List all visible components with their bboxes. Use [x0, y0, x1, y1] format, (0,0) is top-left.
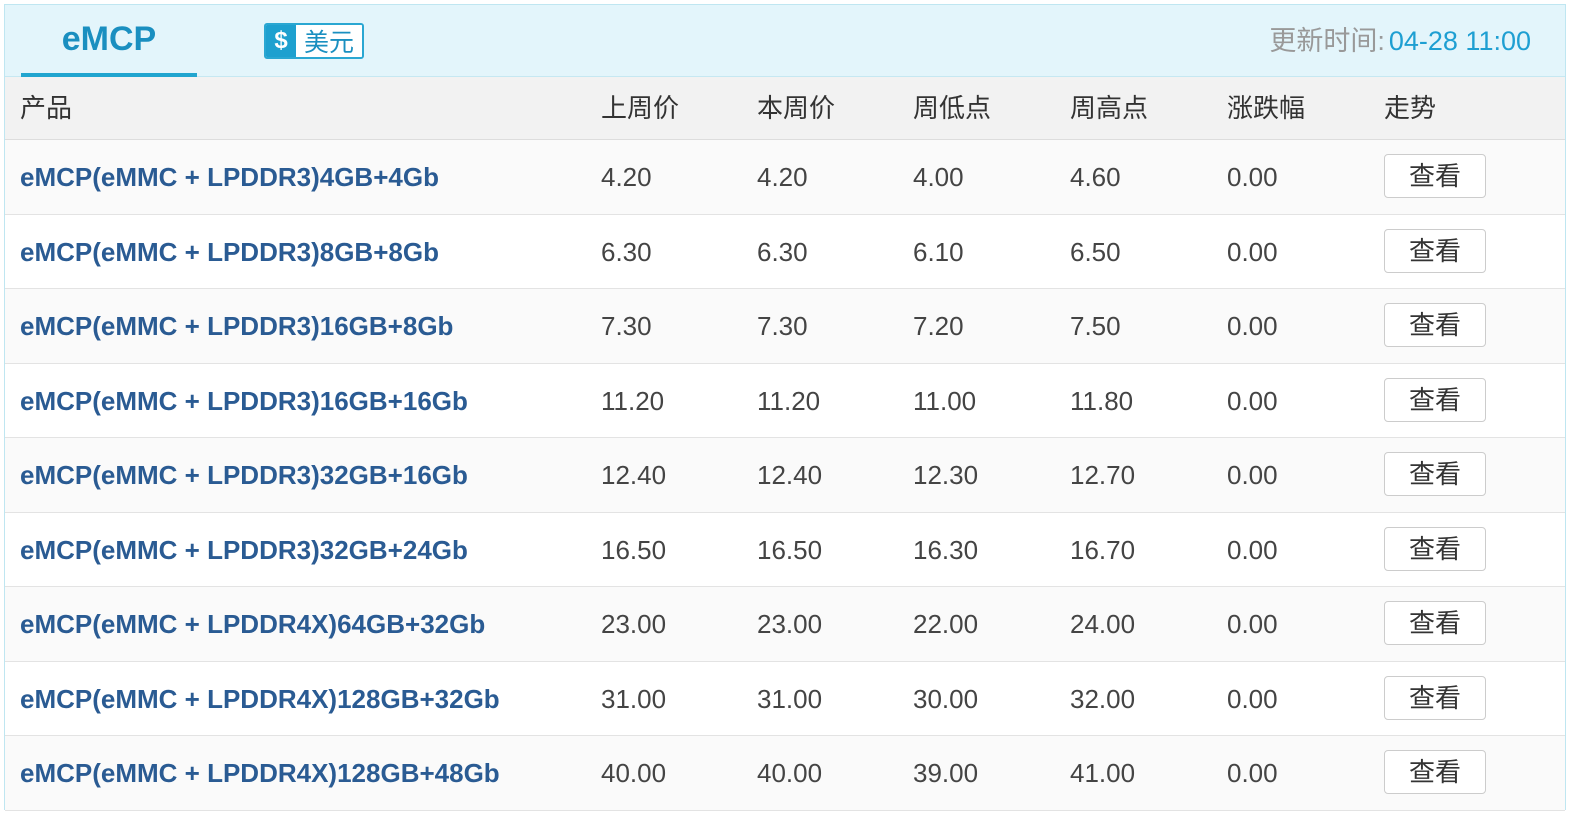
- cell-this-week: 7.30: [757, 311, 808, 341]
- cell-last-week: 31.00: [601, 683, 667, 714]
- column-header-trend: 走势: [1384, 93, 1437, 123]
- view-trend-button[interactable]: 查看: [1384, 452, 1486, 496]
- cell-week-low: 11.00: [913, 385, 977, 416]
- product-link[interactable]: eMCP(eMMC + LPDDR4X)128GB+48Gb: [20, 736, 500, 810]
- cell-this-week: 12.40: [757, 460, 823, 490]
- update-time-value: 04-28 11:00: [1388, 26, 1531, 56]
- table-row: eMCP(eMMC + LPDDR4X)128GB+48Gb 40.00 40.…: [5, 736, 1565, 811]
- table-body: eMCP(eMMC + LPDDR3)4GB+4Gb 4.20 4.20 4.0…: [5, 140, 1565, 811]
- cell-week-low: 6.10: [913, 236, 964, 267]
- cell-week-high: 6.50: [1070, 236, 1121, 267]
- table-row: eMCP(eMMC + LPDDR4X)128GB+32Gb 31.00 31.…: [5, 661, 1565, 736]
- product-link[interactable]: eMCP(eMMC + LPDDR3)16GB+8Gb: [20, 289, 453, 363]
- table-header: 产品 上周价 本周价 周低点 周高点 涨跌幅 走势: [5, 77, 1565, 140]
- cell-week-high: 16.70: [1070, 534, 1136, 565]
- cell-week-high: 4.60: [1070, 162, 1121, 192]
- cell-this-week: 16.50: [757, 534, 823, 565]
- cell-week-high: 11.80: [1070, 385, 1134, 416]
- table-row: eMCP(eMMC + LPDDR3)16GB+8Gb 7.30 7.30 7.…: [5, 289, 1565, 364]
- cell-week-high: 41.00: [1070, 758, 1136, 788]
- table-row: eMCP(eMMC + LPDDR3)4GB+4Gb 4.20 4.20 4.0…: [5, 140, 1565, 215]
- cell-week-high: 12.70: [1070, 460, 1136, 490]
- view-trend-button[interactable]: 查看: [1384, 750, 1486, 794]
- cell-week-low: 39.00: [913, 758, 979, 788]
- cell-this-week: 6.30: [757, 236, 808, 267]
- view-trend-button[interactable]: 查看: [1384, 303, 1486, 347]
- product-link[interactable]: eMCP(eMMC + LPDDR3)32GB+16Gb: [20, 438, 468, 512]
- currency-label: 美元: [296, 25, 363, 57]
- cell-change: 0.00: [1227, 162, 1278, 192]
- cell-week-low: 7.20: [913, 311, 964, 341]
- cell-change: 0.00: [1227, 460, 1278, 490]
- product-link[interactable]: eMCP(eMMC + LPDDR4X)64GB+32Gb: [20, 587, 485, 661]
- column-header-product: 产品: [20, 93, 73, 123]
- column-header-week-high: 周高点: [1070, 93, 1149, 123]
- cell-this-week: 4.20: [757, 162, 808, 192]
- product-link[interactable]: eMCP(eMMC + LPDDR3)32GB+24Gb: [20, 513, 468, 587]
- column-header-this-week: 本周价: [757, 93, 836, 123]
- column-header-change: 涨跌幅: [1227, 93, 1306, 123]
- dollar-icon: $: [266, 25, 296, 57]
- view-trend-button[interactable]: 查看: [1384, 228, 1486, 273]
- product-link[interactable]: eMCP(eMMC + LPDDR3)8GB+8Gb: [20, 215, 439, 289]
- cell-this-week: 11.20: [757, 385, 821, 416]
- cell-week-high: 24.00: [1070, 609, 1136, 639]
- cell-change: 0.00: [1227, 609, 1278, 639]
- cell-change: 0.00: [1227, 385, 1278, 416]
- cell-this-week: 23.00: [757, 609, 823, 639]
- cell-change: 0.00: [1227, 758, 1278, 788]
- price-panel: eMCP $ 美元 更新时间: 04-28 11:00 产品 上周价 本周价 周低…: [4, 4, 1566, 811]
- cell-last-week: 6.30: [601, 236, 652, 267]
- table-row: eMCP(eMMC + LPDDR3)8GB+8Gb 6.30 6.30 6.1…: [5, 214, 1565, 289]
- cell-last-week: 16.50: [601, 534, 667, 565]
- table-row: eMCP(eMMC + LPDDR3)16GB+16Gb 11.20 11.20…: [5, 363, 1565, 438]
- view-trend-button[interactable]: 查看: [1384, 675, 1486, 720]
- column-header-last-week: 上周价: [601, 93, 680, 123]
- cell-change: 0.00: [1227, 683, 1278, 714]
- view-trend-button[interactable]: 查看: [1384, 526, 1486, 571]
- cell-week-low: 16.30: [913, 534, 979, 565]
- cell-last-week: 12.40: [601, 460, 667, 490]
- cell-last-week: 11.20: [601, 385, 665, 416]
- cell-change: 0.00: [1227, 236, 1278, 267]
- cell-week-low: 30.00: [913, 683, 979, 714]
- cell-last-week: 40.00: [601, 758, 667, 788]
- table-row: eMCP(eMMC + LPDDR3)32GB+24Gb 16.50 16.50…: [5, 512, 1565, 587]
- cell-change: 0.00: [1227, 311, 1278, 341]
- cell-week-high: 32.00: [1070, 683, 1136, 714]
- update-time-label: 更新时间:: [1269, 26, 1385, 56]
- update-time: 更新时间: 04-28 11:00: [1269, 23, 1531, 59]
- panel-header: eMCP $ 美元 更新时间: 04-28 11:00: [5, 5, 1565, 77]
- cell-week-low: 4.00: [913, 162, 964, 192]
- table-row: eMCP(eMMC + LPDDR4X)64GB+32Gb 23.00 23.0…: [5, 587, 1565, 662]
- tab-emcp[interactable]: eMCP: [21, 5, 197, 77]
- view-trend-button[interactable]: 查看: [1384, 154, 1486, 198]
- cell-week-low: 22.00: [913, 609, 979, 639]
- cell-this-week: 40.00: [757, 758, 823, 788]
- product-link[interactable]: eMCP(eMMC + LPDDR3)4GB+4Gb: [20, 140, 439, 214]
- cell-last-week: 4.20: [601, 162, 652, 192]
- cell-last-week: 7.30: [601, 311, 652, 341]
- view-trend-button[interactable]: 查看: [1384, 601, 1486, 645]
- product-link[interactable]: eMCP(eMMC + LPDDR3)16GB+16Gb: [20, 364, 468, 438]
- table-row: eMCP(eMMC + LPDDR3)32GB+16Gb 12.40 12.40…: [5, 438, 1565, 513]
- column-header-week-low: 周低点: [913, 93, 992, 123]
- view-trend-button[interactable]: 查看: [1384, 377, 1486, 422]
- product-link[interactable]: eMCP(eMMC + LPDDR4X)128GB+32Gb: [20, 662, 500, 736]
- cell-change: 0.00: [1227, 534, 1278, 565]
- cell-this-week: 31.00: [757, 683, 823, 714]
- cell-week-low: 12.30: [913, 460, 979, 490]
- cell-week-high: 7.50: [1070, 311, 1121, 341]
- currency-toggle-button[interactable]: $ 美元: [264, 23, 365, 59]
- cell-last-week: 23.00: [601, 609, 667, 639]
